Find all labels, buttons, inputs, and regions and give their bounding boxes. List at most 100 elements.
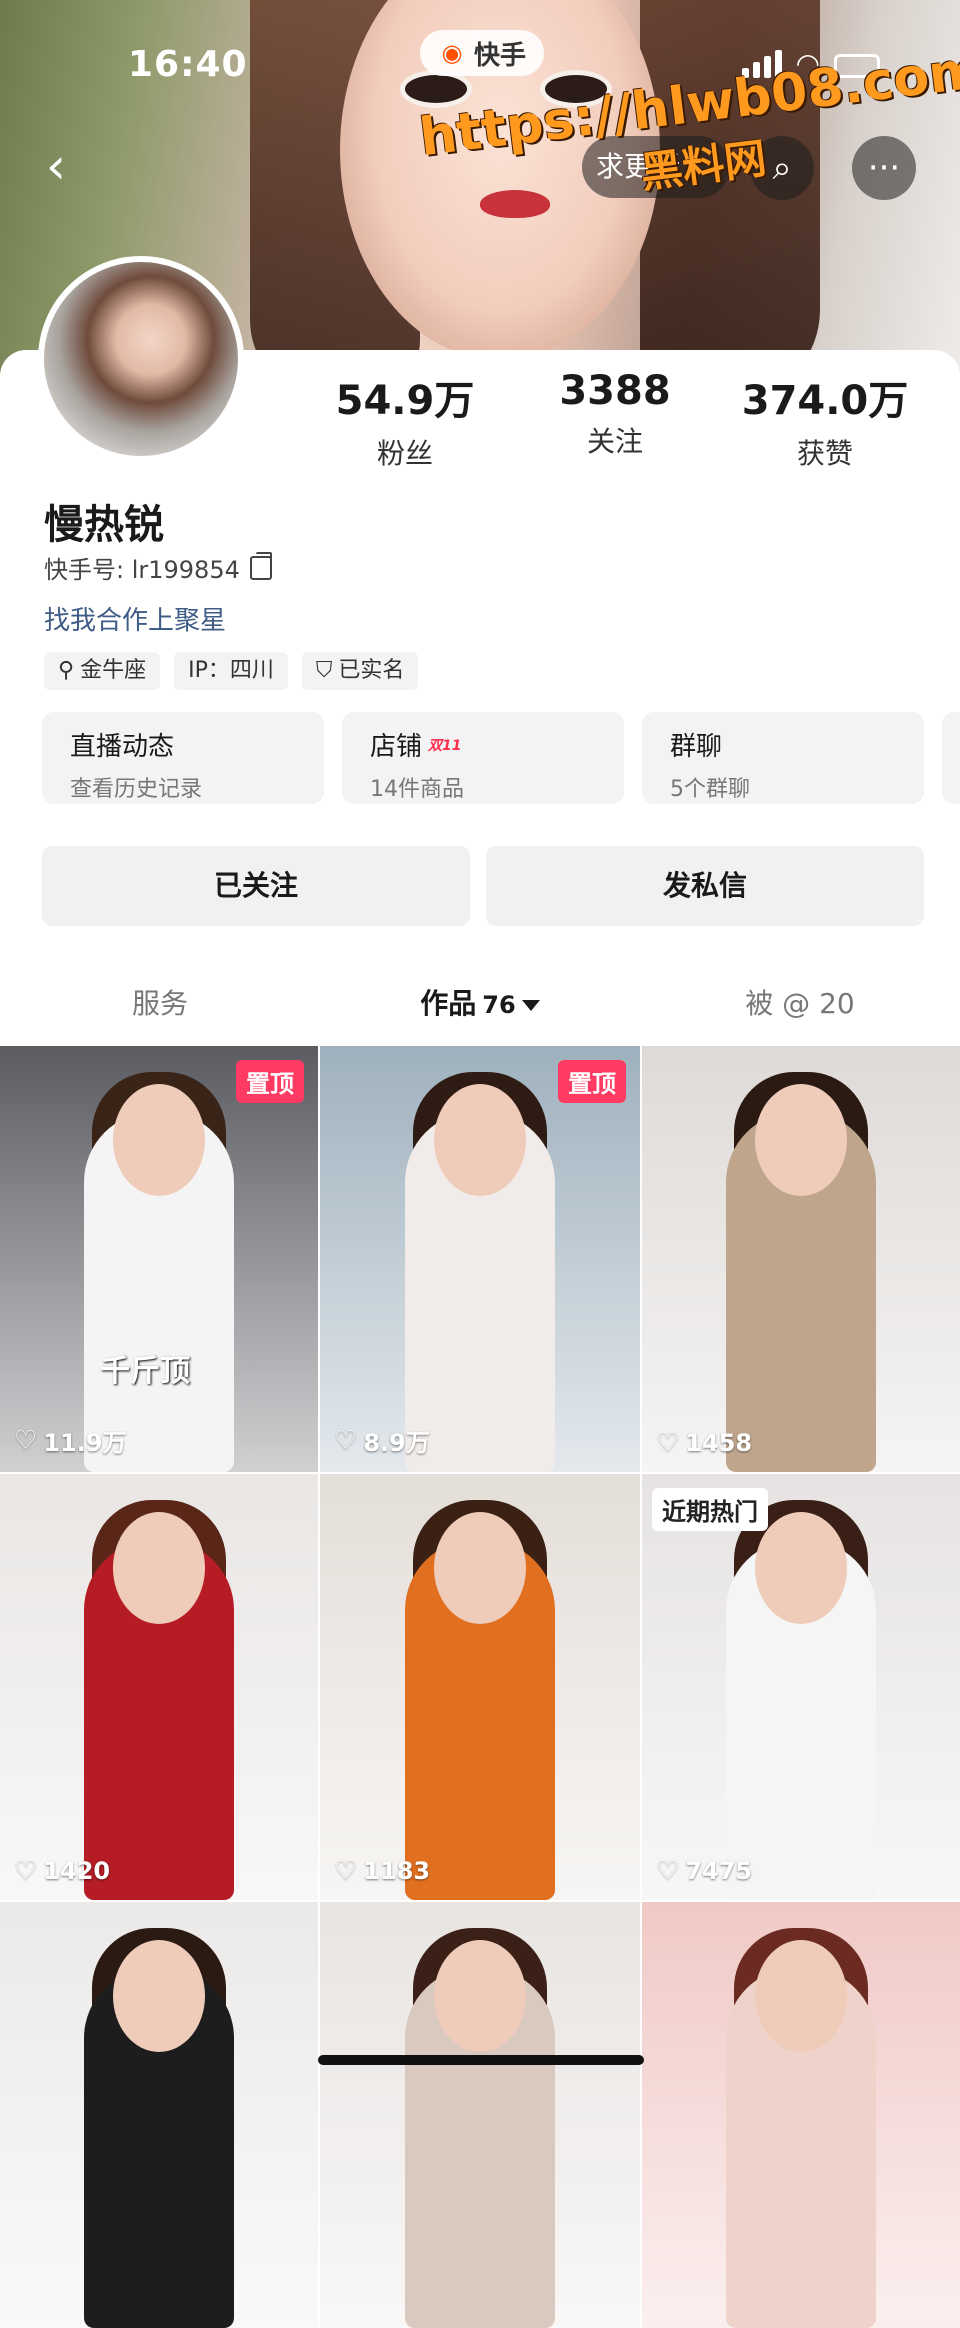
more-dots-icon: ··· bbox=[867, 148, 901, 188]
more-button[interactable]: ··· bbox=[852, 136, 916, 200]
double11-badge: 双11 bbox=[428, 737, 462, 754]
video-likes: ♡ 1458 bbox=[656, 1428, 752, 1458]
likes-count: 11.9万 bbox=[43, 1429, 127, 1457]
video-grid: 千斤顶 置顶 ♡ 11.9万 置顶 ♡ 8.9万 ♡ 1458 ♡ 1420 ♡ 1183 近期热门 ♡ 74… bbox=[0, 1046, 960, 2328]
thumbnail-face bbox=[113, 1940, 205, 2052]
tab-label: 被 @ 20 bbox=[745, 987, 855, 1020]
video-likes: ♡ 8.9万 bbox=[334, 1423, 430, 1458]
status-time: 16:40 bbox=[128, 44, 248, 85]
likes-count: 8.9万 bbox=[363, 1429, 430, 1457]
video-thumbnail[interactable] bbox=[642, 1902, 960, 2328]
app-badge-label: 快手 bbox=[474, 40, 527, 71]
send-message-button[interactable]: 发私信 bbox=[486, 846, 924, 926]
tag-text: 已实名 bbox=[338, 658, 405, 683]
tile-subtitle: 查看历史记录 bbox=[70, 777, 203, 802]
tile-more-partial[interactable] bbox=[942, 712, 960, 804]
video-thumbnail[interactable]: ♡ 1458 bbox=[642, 1046, 960, 1472]
stat-label: 关注 bbox=[586, 425, 643, 458]
heart-icon: ♡ bbox=[656, 1428, 680, 1458]
tile-title: 群聊 bbox=[670, 732, 723, 762]
video-likes: ♡ 11.9万 bbox=[14, 1423, 127, 1458]
shield-check-icon: ⛉ bbox=[315, 658, 333, 683]
stat-likes[interactable]: 374.0万 获赞 bbox=[720, 368, 930, 472]
kuaishou-logo-icon: ◉ bbox=[441, 39, 463, 67]
pinned-badge: 置顶 bbox=[558, 1060, 626, 1103]
heart-icon: ♡ bbox=[656, 1856, 680, 1886]
video-thumbnail[interactable]: ♡ 1183 bbox=[320, 1474, 640, 1900]
video-likes: ♡ 7475 bbox=[656, 1856, 752, 1886]
tag-verified: ⛉ 已实名 bbox=[301, 652, 419, 690]
tile-title: 店铺 bbox=[370, 732, 423, 762]
cover-lips bbox=[480, 190, 550, 218]
tag-zodiac: ⚲ 金牛座 bbox=[44, 652, 161, 690]
video-thumbnail[interactable]: 千斤顶 置顶 ♡ 11.9万 bbox=[0, 1046, 318, 1472]
home-indicator bbox=[318, 2055, 644, 2065]
video-likes: ♡ 1420 bbox=[14, 1856, 110, 1886]
video-thumbnail[interactable]: 置顶 ♡ 8.9万 bbox=[320, 1046, 640, 1472]
tag-ip-location: IP：四川 bbox=[174, 652, 288, 690]
tab-mentions[interactable]: 被 @ 20 bbox=[640, 968, 960, 1040]
cooperation-link[interactable]: 找我合作上聚星 bbox=[44, 600, 226, 637]
profile-name: 慢热锐 bbox=[44, 502, 164, 548]
stat-value: 374.0万 bbox=[741, 378, 909, 424]
video-likes: ♡ 1183 bbox=[334, 1856, 430, 1886]
profile-stats: 54.9万 粉丝 3388 关注 374.0万 获赞 bbox=[300, 368, 940, 472]
following-button[interactable]: 已关注 bbox=[42, 846, 470, 926]
caret-down-icon bbox=[521, 999, 540, 1011]
tag-text: 金牛座 bbox=[80, 658, 147, 683]
thumbnail-face bbox=[113, 1084, 205, 1196]
stat-value: 3388 bbox=[559, 368, 671, 414]
content-tabs: 服务 作品 76 被 @ 20 bbox=[0, 968, 960, 1040]
feature-tiles: 直播动态 查看历史记录 店铺 双11 14件商品 群聊 5个群聊 bbox=[42, 712, 960, 804]
copy-icon[interactable] bbox=[249, 551, 272, 580]
thumbnail-face bbox=[755, 1940, 847, 2052]
tile-live-history[interactable]: 直播动态 查看历史记录 bbox=[42, 712, 324, 804]
tab-label: 服务 bbox=[131, 987, 188, 1020]
likes-count: 7475 bbox=[685, 1857, 753, 1885]
heart-icon: ♡ bbox=[14, 1856, 38, 1886]
tag-text: IP：四川 bbox=[188, 658, 274, 683]
app-badge: ◉ 快手 bbox=[420, 30, 545, 76]
thumbnail-face bbox=[113, 1512, 205, 1624]
stat-label: 粉丝 bbox=[376, 437, 433, 470]
tab-label: 作品 bbox=[420, 987, 477, 1020]
video-thumbnail[interactable]: 近期热门 ♡ 7475 bbox=[642, 1474, 960, 1900]
tab-services[interactable]: 服务 bbox=[0, 968, 320, 1040]
stat-followers[interactable]: 54.9万 粉丝 bbox=[300, 368, 510, 472]
stat-value: 54.9万 bbox=[335, 378, 475, 424]
thumbnail-face bbox=[755, 1084, 847, 1196]
likes-count: 1183 bbox=[363, 1857, 431, 1885]
back-button[interactable]: ‹ bbox=[46, 140, 98, 192]
search-icon: ⌕ bbox=[772, 148, 792, 188]
likes-count: 1458 bbox=[685, 1429, 753, 1457]
thumbnail-face bbox=[434, 1940, 526, 2052]
heart-icon: ♡ bbox=[334, 1856, 358, 1886]
profile-actions: 已关注 发私信 bbox=[42, 846, 924, 926]
kuaishou-id: 快手号: lr199854 bbox=[44, 550, 272, 585]
tile-subtitle: 5个群聊 bbox=[670, 777, 750, 802]
heart-icon: ♡ bbox=[14, 1425, 38, 1456]
avatar[interactable] bbox=[38, 256, 244, 462]
video-thumbnail[interactable]: ♡ 1420 bbox=[0, 1474, 318, 1900]
thumbnail-face bbox=[434, 1512, 526, 1624]
tile-group-chat[interactable]: 群聊 5个群聊 bbox=[642, 712, 924, 804]
tile-shop[interactable]: 店铺 双11 14件商品 bbox=[342, 712, 624, 804]
stat-following[interactable]: 3388 关注 bbox=[510, 368, 720, 472]
profile-tags: ⚲ 金牛座 IP：四川 ⛉ 已实名 bbox=[44, 652, 419, 690]
trending-badge: 近期热门 bbox=[652, 1488, 768, 1531]
tile-subtitle: 14件商品 bbox=[370, 777, 464, 802]
stat-label: 获赞 bbox=[796, 437, 853, 470]
video-overlay-text: 千斤顶 bbox=[100, 1354, 190, 1389]
tab-count: 76 bbox=[482, 991, 516, 1019]
pinned-badge: 置顶 bbox=[236, 1060, 304, 1103]
video-thumbnail[interactable] bbox=[320, 1902, 640, 2328]
video-thumbnail[interactable] bbox=[0, 1902, 318, 2328]
thumbnail-face bbox=[755, 1512, 847, 1624]
likes-count: 1420 bbox=[43, 1857, 111, 1885]
thumbnail-face bbox=[434, 1084, 526, 1196]
tab-works[interactable]: 作品 76 bbox=[320, 968, 640, 1040]
heart-icon: ♡ bbox=[334, 1425, 358, 1456]
search-icon: ⚲ bbox=[58, 658, 75, 683]
chevron-left-icon: ‹ bbox=[46, 137, 66, 195]
kuaishou-id-text: 快手号: lr199854 bbox=[44, 556, 240, 584]
